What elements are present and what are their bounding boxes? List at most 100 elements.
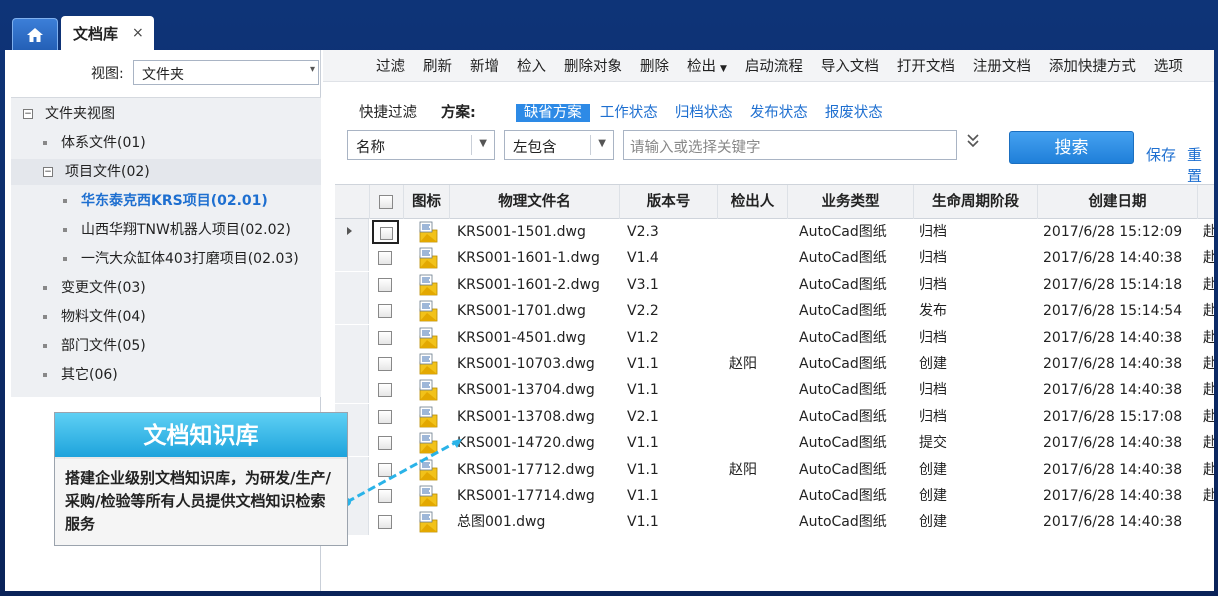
tree-node[interactable]: − 文件夹视图	[11, 101, 321, 127]
tree-node[interactable]: 其它(06)	[11, 362, 321, 388]
table-row[interactable]: KRS001-1601-1.dwg V1.4 AutoCad图纸 归档 2017/6/2…	[335, 245, 1214, 272]
tree-node[interactable]: 物料文件(04)	[11, 304, 321, 330]
toolbar-button[interactable]: 刷新	[414, 55, 461, 76]
toolbar-button[interactable]: 检出 ▼	[678, 55, 736, 76]
row-checkbox[interactable]	[378, 489, 392, 503]
operator-select[interactable]: 左包含 ▼	[504, 130, 614, 160]
row-header[interactable]	[335, 377, 369, 404]
column-header[interactable]: 检出人	[717, 185, 787, 219]
column-header[interactable]: 版本号	[619, 185, 717, 219]
row-checkbox[interactable]	[378, 330, 392, 345]
save-link[interactable]: 保存	[1146, 144, 1176, 165]
table-row[interactable]: KRS001-17714.dwg V1.1 AutoCad图纸 创建 2017/6/28…	[335, 483, 1214, 509]
table-row[interactable]: KRS001-1501.dwg V2.3 AutoCad图纸 归档 2017/6/28 …	[335, 219, 1214, 245]
view-select[interactable]: 文件夹 ▾	[133, 60, 319, 85]
table-row[interactable]: 总图001.dwg V1.1 AutoCad图纸 创建 2017/6/28 14:40:…	[335, 509, 1214, 536]
row-header[interactable]	[335, 219, 369, 245]
toolbar-button[interactable]: 新增	[461, 55, 508, 76]
header-select-all[interactable]	[369, 185, 403, 219]
column-header[interactable]: 图标	[403, 185, 449, 219]
row-checkbox[interactable]	[372, 220, 399, 244]
row-checkbox[interactable]	[378, 436, 392, 451]
cell-checkout	[729, 430, 787, 456]
scheme-chip[interactable]: 缺省方案	[515, 103, 590, 122]
table-row[interactable]: KRS001-17712.dwg V1.1 赵阳 AutoCad图纸 创建 2017/6/…	[335, 456, 1214, 483]
close-icon[interactable]: ×	[132, 25, 144, 41]
row-header[interactable]	[335, 351, 369, 377]
cell-stage: 归档	[919, 276, 947, 293]
search-button[interactable]: 搜索	[1009, 131, 1134, 164]
collapse-icon[interactable]: −	[23, 109, 33, 119]
dwg-file-icon	[417, 247, 439, 269]
scheme-chip[interactable]: 归档状态	[675, 105, 733, 121]
select-all-checkbox[interactable]	[379, 195, 393, 209]
column-header[interactable]: 创建日期	[1037, 185, 1197, 219]
tree-node[interactable]: 华东泰克西KRS项目(02.01)	[11, 188, 321, 214]
row-checkbox[interactable]	[378, 277, 392, 292]
table-row[interactable]: KRS001-13708.dwg V2.1 AutoCad图纸 归档 2017/6/28…	[335, 403, 1214, 430]
bullet-icon	[63, 228, 67, 232]
scheme-chip[interactable]: 工作状态	[600, 105, 658, 121]
tree-node[interactable]: 体系文件(01)	[11, 130, 321, 156]
row-checkbox[interactable]	[378, 251, 392, 266]
tree-node[interactable]: 部门文件(05)	[11, 333, 321, 359]
cell-name: KRS001-17714.dwg	[457, 488, 595, 504]
table-row[interactable]: KRS001-13704.dwg V1.1 AutoCad图纸 归档 2017/6/28…	[335, 377, 1214, 404]
knowledge-callout: 文档知识库 搭建企业级别文档知识库，为研发/生产/采购/检验等所有人员提供文档知…	[54, 412, 348, 546]
tree-node[interactable]: − 项目文件(02)	[11, 159, 321, 185]
toolbar-button[interactable]: 添加快捷方式	[1040, 55, 1145, 76]
cell-stage: 归档	[919, 224, 947, 240]
cell-stage: 归档	[919, 329, 947, 346]
cell-checkout	[729, 272, 787, 298]
toolbar-button[interactable]: 导入文档	[812, 55, 888, 76]
tab-document-library[interactable]: 文档库 ×	[61, 16, 154, 50]
row-header[interactable]	[335, 324, 369, 351]
table-row[interactable]: KRS001-1601-2.dwg V3.1 AutoCad图纸 归档 2017/6/2…	[335, 271, 1214, 298]
field-select[interactable]: 名称 ▼	[347, 130, 495, 160]
column-header[interactable]: 生命周期阶段	[913, 185, 1037, 219]
tab-home[interactable]	[12, 18, 58, 50]
row-header[interactable]	[335, 245, 369, 272]
row-checkbox[interactable]	[378, 515, 392, 530]
cell-ver: V1.1	[627, 356, 659, 372]
row-header[interactable]	[335, 271, 369, 298]
column-header[interactable]: 业务类型	[787, 185, 913, 219]
toolbar-button[interactable]: 过滤	[367, 55, 414, 76]
row-checkbox[interactable]	[378, 409, 392, 424]
filter-row: 快捷过滤 方案: 缺省方案 工作状态 归档状态 发布状态 报废状态	[359, 100, 900, 122]
toolbar-button[interactable]: 删除对象	[555, 55, 631, 76]
reset-link[interactable]: 重置	[1187, 144, 1214, 186]
scheme-chip[interactable]: 发布状态	[750, 105, 808, 121]
row-checkbox[interactable]	[378, 357, 392, 371]
tab-label: 文档库	[73, 24, 119, 43]
toolbar-button[interactable]: 注册文档	[964, 55, 1040, 76]
table-row[interactable]: KRS001-4501.dwg V1.2 AutoCad图纸 归档 2017/6/28 …	[335, 324, 1214, 351]
double-chevron-down-icon[interactable]	[967, 134, 979, 152]
toolbar-button-label: 新增	[470, 59, 499, 75]
column-header[interactable]: 物理文件名	[449, 185, 619, 219]
table-row[interactable]: KRS001-14720.dwg V1.1 AutoCad图纸 提交 2017/6/28…	[335, 430, 1214, 457]
tree-node[interactable]: 一汽大众缸体403打磨项目(02.03)	[11, 246, 321, 272]
view-select-value: 文件夹	[142, 67, 184, 83]
row-checkbox[interactable]	[378, 462, 392, 477]
tree-node[interactable]: 山西华翔TNW机器人项目(02.02)	[11, 217, 321, 243]
row-checkbox[interactable]	[378, 304, 392, 319]
cell-stage: 归档	[919, 408, 947, 425]
toolbar-button-label: 检入	[517, 59, 546, 75]
toolbar-button[interactable]: 检入	[508, 55, 555, 76]
toolbar-button[interactable]: 选项	[1145, 55, 1192, 76]
dwg-file-icon	[417, 511, 439, 533]
scheme-chip[interactable]: 报废状态	[825, 105, 883, 121]
keyword-input[interactable]: 请输入或选择关键字	[623, 130, 957, 160]
toolbar-button[interactable]: 打开文档	[888, 55, 964, 76]
row-checkbox[interactable]	[378, 383, 392, 398]
table-row[interactable]: KRS001-1701.dwg V2.2 AutoCad图纸 发布 2017/6/28 …	[335, 298, 1214, 325]
row-header[interactable]	[335, 298, 369, 325]
toolbar-button[interactable]: 启动流程	[736, 55, 812, 76]
collapse-icon[interactable]: −	[43, 167, 53, 177]
chevron-down-icon: ▾	[309, 64, 315, 75]
tree-node[interactable]: 变更文件(03)	[11, 275, 321, 301]
toolbar-button[interactable]: 删除	[631, 55, 678, 76]
field-select-value: 名称	[356, 140, 385, 156]
table-row[interactable]: KRS001-10703.dwg V1.1 赵阳 AutoCad图纸 创建 2017/6/…	[335, 351, 1214, 377]
